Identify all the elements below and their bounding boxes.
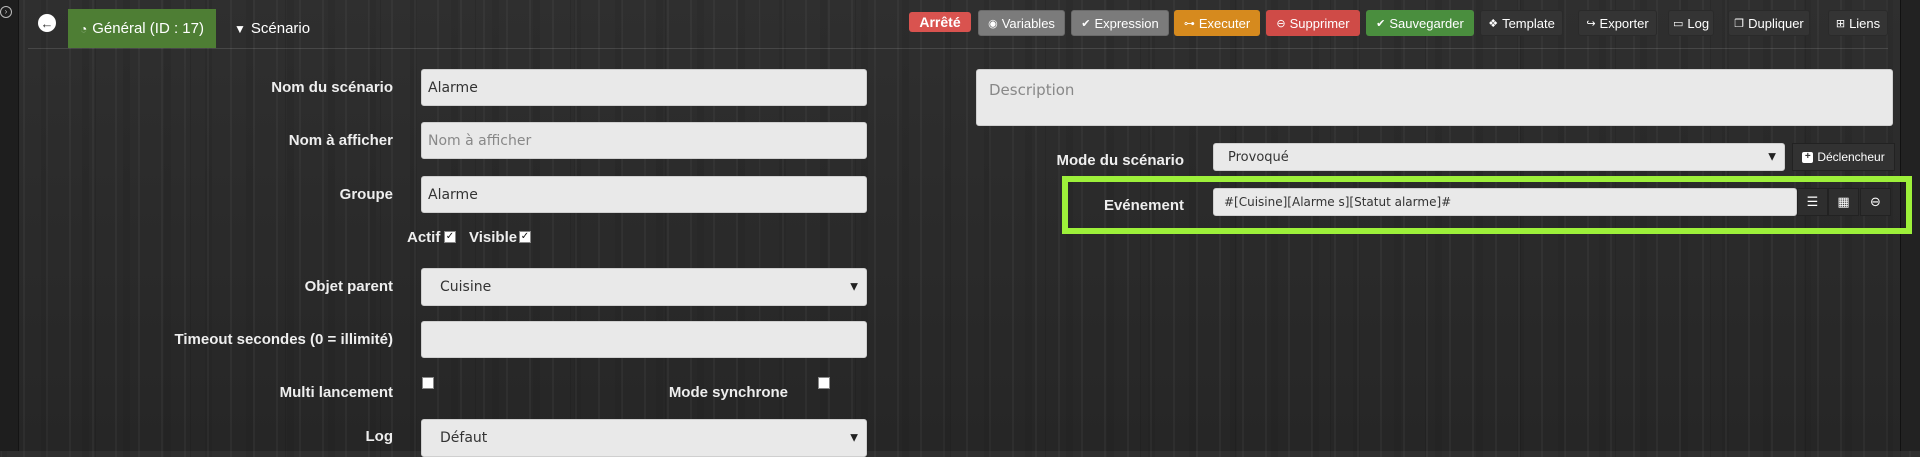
executer-label: Executer [1198, 15, 1251, 31]
mode-synchrone-label: Mode synchrone [668, 384, 788, 401]
filter-icon: ▼ [234, 21, 246, 36]
file-icon: ▭ [1672, 17, 1684, 30]
tab-scenario[interactable]: ▼ Scénario [222, 9, 312, 48]
liens-label: Liens [1849, 15, 1881, 31]
template-button[interactable]: ❖ Template [1480, 10, 1563, 36]
multi-lancement-label: Multi lancement [279, 384, 393, 401]
chevron-down-icon: ▼ [850, 281, 858, 293]
objet-parent-label: Objet parent [304, 278, 393, 295]
share-icon: ↪ [1586, 17, 1596, 30]
timeout-input[interactable] [421, 321, 867, 358]
template-label: Template [1502, 15, 1555, 31]
dashboard-icon: ◔ [80, 21, 88, 36]
objet-parent-select[interactable]: Cuisine ▼ [421, 268, 867, 306]
description-placeholder: Description [989, 81, 1075, 99]
sauvegarder-button[interactable]: ✔ Sauvegarder [1366, 10, 1474, 36]
tab-scenario-label: Scénario [250, 20, 311, 37]
remove-circle-icon[interactable]: ⊖ [1860, 188, 1891, 216]
groupe-label: Groupe [339, 186, 393, 203]
log-label: Log [1687, 15, 1710, 31]
groupe-value: Alarme [428, 186, 478, 203]
objet-parent-value: Cuisine [440, 279, 492, 295]
supprimer-label: Supprimer [1289, 15, 1350, 31]
log-select-value: Défaut [440, 430, 488, 446]
nom-afficher-placeholder: Nom à afficher [428, 132, 532, 149]
add-trigger-button[interactable]: + Déclencheur [1792, 143, 1895, 171]
dupliquer-button[interactable]: ❐ Dupliquer [1728, 10, 1810, 36]
multi-lancement-checkbox[interactable] [422, 377, 434, 389]
mode-scenario-label: Mode du scénario [1056, 152, 1184, 169]
check-icon: ✔ [1081, 17, 1091, 30]
rail-toggle-icon[interactable]: › [0, 6, 12, 18]
log-select-label: Log [365, 428, 394, 445]
nom-afficher-input[interactable]: Nom à afficher [421, 122, 867, 159]
timeout-label: Timeout secondes (0 = illimité) [174, 331, 393, 348]
chevron-down-icon: ▼ [850, 432, 858, 444]
nom-scenario-input[interactable]: Alarme [421, 69, 867, 106]
variables-label: Variables [1001, 15, 1055, 31]
gamepad-icon: ⊶ [1183, 17, 1195, 30]
nom-afficher-label: Nom à afficher [288, 132, 393, 149]
back-arrow-icon[interactable]: ← [38, 14, 56, 32]
actif-label: Actif [407, 229, 441, 246]
minus-circle-icon: ⊖ [1276, 17, 1286, 30]
plus-square-icon: + [1802, 151, 1814, 163]
calculator-icon[interactable]: ▦ [1828, 188, 1859, 216]
exporter-button[interactable]: ↪ Exporter [1578, 10, 1657, 36]
mode-scenario-value: Provoqué [1228, 149, 1289, 165]
description-textarea[interactable]: Description [976, 69, 1893, 126]
nom-scenario-label: Nom du scénario [271, 79, 393, 96]
liens-button[interactable]: ⊞ Liens [1828, 10, 1888, 36]
exporter-label: Exporter [1599, 15, 1649, 31]
visible-label: Visible [469, 229, 518, 246]
add-trigger-label: Déclencheur [1817, 150, 1885, 164]
expression-button[interactable]: ✔ Expression [1071, 10, 1169, 36]
tab-general-label: Général (ID : 17) [92, 20, 204, 37]
actif-checkbox[interactable]: ✓ [444, 231, 456, 243]
mode-synchrone-checkbox[interactable] [818, 377, 830, 389]
expression-label: Expression [1094, 15, 1159, 31]
left-rail: › [0, 0, 19, 451]
mode-scenario-select[interactable]: Provoqué ▼ [1213, 143, 1785, 171]
sitemap-icon: ⊞ [1835, 17, 1846, 30]
groupe-input[interactable]: Alarme [421, 176, 867, 213]
tab-general[interactable]: ◔ Général (ID : 17) [68, 9, 216, 48]
nom-scenario-value: Alarme [428, 79, 478, 96]
executer-button[interactable]: ⊶ Executer [1174, 10, 1260, 36]
status-badge: Arrêté [909, 12, 971, 32]
check-circle-icon: ✔ [1376, 17, 1386, 30]
copy-icon: ❐ [1734, 17, 1745, 30]
evenement-input[interactable]: #[Cuisine][Alarme s][Statut alarme]# [1213, 188, 1797, 216]
eye-icon: ◉ [988, 17, 998, 30]
visible-checkbox[interactable]: ✓ [519, 231, 531, 243]
chevron-down-icon: ▼ [1768, 151, 1776, 163]
supprimer-button[interactable]: ⊖ Supprimer [1266, 10, 1360, 36]
sauvegarder-label: Sauvegarder [1389, 15, 1464, 31]
variables-button[interactable]: ◉ Variables [978, 10, 1065, 36]
cubes-icon: ❖ [1488, 17, 1499, 30]
evenement-label: Evénement [1103, 197, 1184, 214]
dupliquer-label: Dupliquer [1748, 15, 1804, 31]
log-button[interactable]: ▭ Log [1668, 10, 1714, 36]
evenement-value: #[Cuisine][Alarme s][Statut alarme]# [1224, 195, 1452, 209]
list-icon[interactable]: ☰ [1797, 188, 1828, 216]
log-select[interactable]: Défaut ▼ [421, 419, 867, 457]
